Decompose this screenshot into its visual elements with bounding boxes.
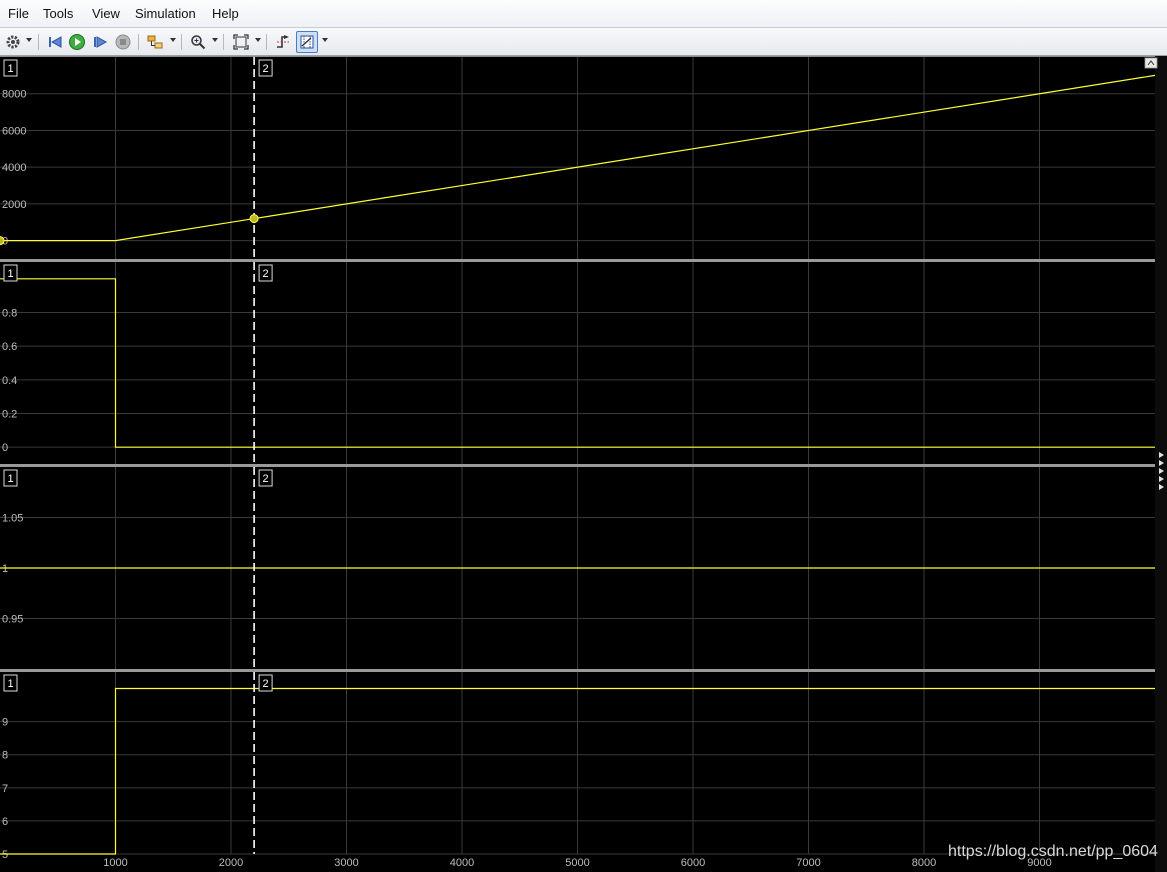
y-tick-label: 7 — [2, 783, 8, 795]
toolbar — [0, 28, 1167, 56]
gear-dropdown-icon[interactable] — [26, 38, 32, 42]
menu-bar: File Tools View Simulation Help — [0, 0, 1167, 28]
cursor-2-label: 2 — [263, 63, 269, 75]
panel-border — [0, 56, 1167, 57]
toolbar-separator — [181, 34, 182, 50]
cursor-2-label: 2 — [263, 473, 269, 485]
zoom-icon[interactable] — [188, 32, 208, 52]
toolbar-separator — [223, 34, 224, 50]
menu-help[interactable]: Help — [212, 6, 239, 21]
step-back-icon[interactable] — [45, 32, 65, 52]
fit-dropdown-icon[interactable] — [255, 38, 261, 42]
y-tick-label: 0 — [2, 442, 8, 454]
watermark-text: https://blog.csdn.net/pp_0604 — [948, 843, 1158, 860]
toolbar-separator — [138, 34, 139, 50]
x-tick-label: 4000 — [450, 857, 474, 869]
x-tick-label: 6000 — [681, 857, 705, 869]
y-tick-label: 0.2 — [2, 409, 17, 421]
trigger-icon[interactable] — [273, 32, 293, 52]
y-tick-label: 0.4 — [2, 375, 17, 387]
cursor-marker-point — [0, 236, 5, 246]
menu-simulation[interactable]: Simulation — [135, 6, 196, 21]
cursor-1-label: 1 — [7, 268, 13, 280]
panel-separator — [0, 464, 1167, 467]
y-tick-label: 2000 — [2, 199, 26, 211]
x-tick-label: 2000 — [219, 857, 243, 869]
measurement-dropdown-icon[interactable] — [322, 38, 328, 42]
y-tick-label: 4000 — [2, 162, 26, 174]
undock-icon[interactable] — [1144, 57, 1158, 69]
scope-plot-area: 0 2000 4000 6000 8000 1 2 0 0.2 0.4 0.6 0.8 1 2 0.95 1 1… — [0, 56, 1167, 872]
x-tick-label: 8000 — [912, 857, 936, 869]
menu-file[interactable]: File — [8, 6, 29, 21]
x-tick-label: 5000 — [565, 857, 589, 869]
y-tick-label: 8000 — [2, 89, 26, 101]
scope-axes-canvas[interactable]: 020004000600080001 200.20.40.60.81 20.9511… — [0, 56, 1167, 872]
toolbar-separator — [266, 34, 267, 50]
highlight-dropdown-icon[interactable] — [170, 38, 176, 42]
cursor-1-label: 1 — [7, 63, 13, 75]
x-tick-label: 7000 — [796, 857, 820, 869]
y-tick-label: 1 — [2, 563, 8, 575]
cursor-2-label: 2 — [263, 678, 269, 690]
zoom-fit-icon[interactable] — [231, 32, 251, 52]
cursor-2-label: 2 — [263, 268, 269, 280]
y-tick-label: 0.95 — [2, 614, 23, 626]
cursor-measurement-icon[interactable] — [296, 31, 318, 53]
y-tick-label: 8 — [2, 750, 8, 762]
y-tick-label: 6000 — [2, 125, 26, 137]
y-tick-label: 5 — [2, 849, 8, 861]
stop-icon[interactable] — [113, 32, 133, 52]
y-tick-label: 0.6 — [2, 341, 17, 353]
y-tick-label: 0.8 — [2, 308, 17, 320]
y-tick-label: 1.05 — [2, 513, 23, 525]
y-tick-label: 6 — [2, 816, 8, 828]
gear-icon[interactable] — [3, 32, 23, 52]
zoom-dropdown-icon[interactable] — [212, 38, 218, 42]
panel-separator — [0, 669, 1167, 672]
highlight-block-icon[interactable] — [145, 32, 165, 52]
menu-view[interactable]: View — [92, 6, 120, 21]
run-icon[interactable] — [67, 32, 87, 52]
panel-separator — [0, 259, 1167, 262]
x-tick-label: 3000 — [334, 857, 358, 869]
menu-tools[interactable]: Tools — [43, 6, 73, 21]
step-forward-icon[interactable] — [90, 32, 110, 52]
y-tick-label: 9 — [2, 717, 8, 729]
cursor-1-label: 1 — [7, 473, 13, 485]
toolbar-separator — [38, 34, 39, 50]
cursor-1-label: 1 — [7, 678, 13, 690]
x-tick-label: 1000 — [103, 857, 127, 869]
cursor-marker-point — [249, 214, 259, 224]
